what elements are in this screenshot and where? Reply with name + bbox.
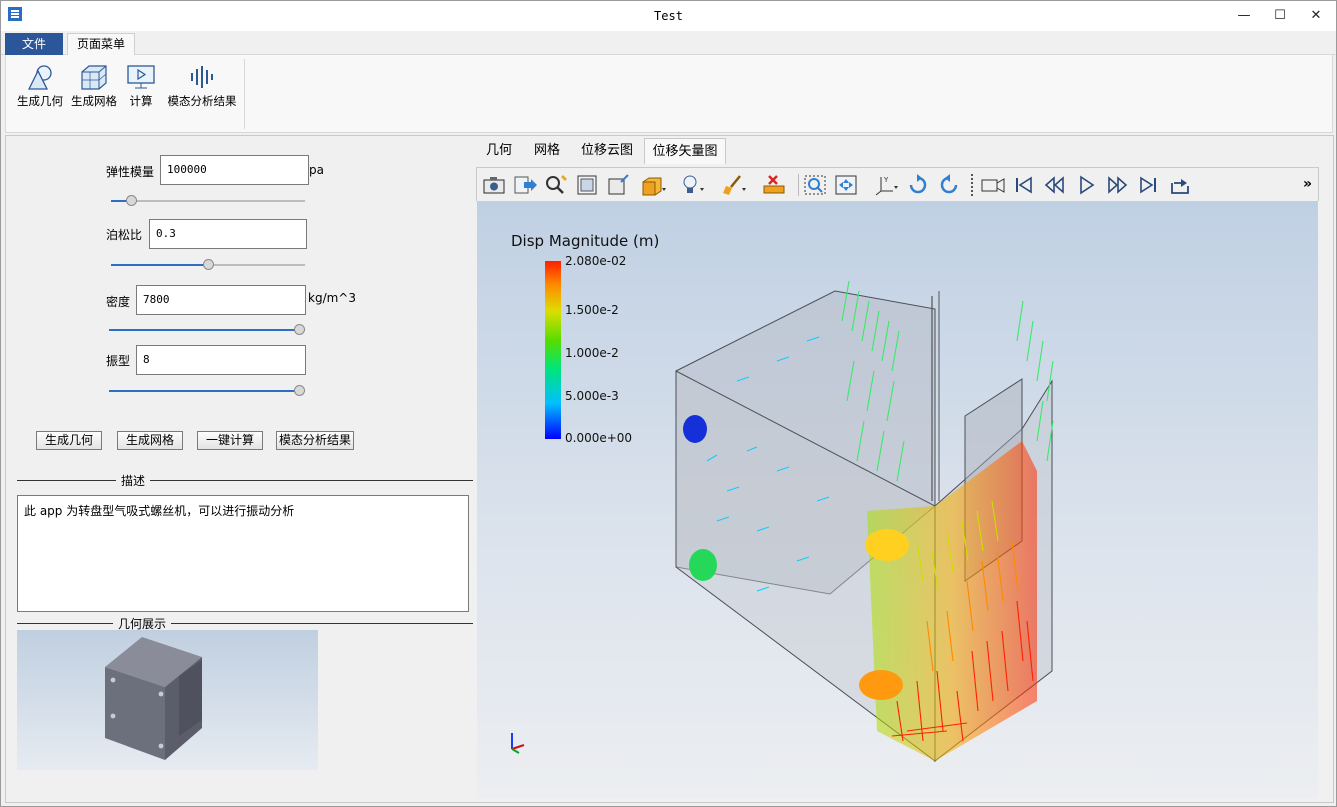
mode-slider[interactable] (109, 385, 305, 397)
video-camera-icon[interactable] (980, 173, 1006, 197)
title-bar: Test — ☐ ✕ (1, 1, 1336, 31)
previous-frame-icon[interactable] (1042, 173, 1068, 197)
axes-orientation-icon[interactable]: Y (873, 173, 899, 197)
close-button[interactable]: ✕ (1299, 1, 1333, 31)
representation-icon[interactable] (640, 173, 666, 197)
tab-displacement-vector[interactable]: 位移矢量图 (644, 138, 726, 164)
ribbon: 生成几何 生成网格 计算 模态分析结果 (5, 55, 1333, 133)
loop-icon[interactable] (1167, 173, 1193, 197)
app-window: Test — ☐ ✕ 文件 页面菜单 生成几何 生成网格 计算 模态分析结果 弹… (0, 0, 1337, 807)
poisson-ratio-slider[interactable] (111, 259, 305, 271)
pick-magnify-icon[interactable] (543, 173, 569, 197)
density-slider[interactable] (109, 324, 305, 336)
slider-handle[interactable] (203, 259, 214, 270)
slider-fill (111, 264, 208, 266)
reset-view-icon[interactable] (574, 173, 600, 197)
svg-text:Y: Y (883, 176, 889, 184)
rotate-clockwise-icon[interactable] (905, 173, 931, 197)
ribbon-compute-button[interactable]: 计算 (124, 59, 158, 109)
waveform-icon (191, 66, 213, 88)
minimize-button[interactable]: — (1227, 1, 1261, 31)
lighting-icon[interactable] (680, 173, 706, 197)
poisson-ratio-input[interactable]: 0.3 (149, 219, 307, 249)
slider-handle[interactable] (294, 324, 305, 335)
gen-geometry-button[interactable]: 生成几何 (36, 431, 102, 450)
ribbon-modal-results-label: 模态分析结果 (167, 94, 237, 108)
menu-bar: 文件 页面菜单 (1, 32, 1336, 56)
zoom-box-icon[interactable] (605, 173, 631, 197)
rotate-counterclockwise-icon[interactable] (936, 173, 962, 197)
slider-fill (109, 329, 299, 331)
slider-fill (109, 390, 299, 392)
next-frame-icon[interactable] (1104, 173, 1130, 197)
slider-handle[interactable] (294, 385, 305, 396)
toolbar-overflow-button[interactable]: » (1303, 176, 1312, 192)
page-menu-tab[interactable]: 页面菜单 (67, 33, 135, 56)
window-title: Test (654, 9, 683, 23)
tab-mesh[interactable]: 网格 (526, 138, 568, 164)
last-frame-icon[interactable] (1135, 173, 1161, 197)
description-title: 描述 (116, 472, 151, 489)
geometry-shapes-icon (27, 65, 52, 90)
maximize-button[interactable]: ☐ (1263, 1, 1297, 31)
poisson-ratio-label: 泊松比 (106, 228, 143, 242)
axes-triad (511, 733, 525, 754)
mesh-cube-icon (81, 65, 107, 90)
geometry-preview[interactable] (17, 630, 318, 770)
description-divider (17, 480, 473, 481)
tab-displacement-contour[interactable]: 位移云图 (574, 138, 640, 164)
fit-all-icon[interactable] (833, 173, 859, 197)
vector-field-model (511, 280, 1054, 763)
one-click-compute-button[interactable]: 一键计算 (197, 431, 263, 450)
ribbon-gen-geometry-label: 生成几何 (17, 94, 63, 108)
ribbon-gen-mesh-label: 生成网格 (71, 94, 117, 108)
ribbon-separator (244, 59, 245, 129)
file-tab[interactable]: 文件 (5, 33, 63, 55)
play-icon[interactable] (1073, 173, 1099, 197)
ruler-delete-icon[interactable] (762, 173, 788, 197)
elastic-modulus-unit: pa (309, 163, 324, 177)
main-area: 弹性模量 100000 pa 泊松比 0.3 密度 7800 kg/m^3 振型… (5, 135, 1334, 803)
elastic-modulus-slider[interactable] (111, 195, 305, 207)
camera-icon[interactable] (481, 173, 507, 197)
geometry-preview-model (105, 637, 202, 760)
density-unit: kg/m^3 (308, 291, 356, 305)
tab-geometry[interactable]: 几何 (478, 138, 520, 164)
mode-input[interactable]: 8 (136, 345, 306, 375)
gen-mesh-button[interactable]: 生成网格 (117, 431, 183, 450)
mode-label: 振型 (106, 354, 131, 368)
toolbar-separator (798, 174, 799, 196)
density-input[interactable]: 7800 (136, 285, 306, 315)
slider-handle[interactable] (126, 195, 137, 206)
description-textbox[interactable]: 此 app 为转盘型气吸式螺丝机，可以进行振动分析 (17, 495, 469, 612)
toolbar-separator (971, 174, 973, 196)
modal-results-button[interactable]: 模态分析结果 (276, 431, 354, 450)
zoom-to-box-icon[interactable] (802, 173, 828, 197)
elastic-modulus-label: 弹性模量 (106, 165, 155, 179)
brush-icon[interactable] (721, 173, 747, 197)
ribbon-modal-results-button[interactable]: 模态分析结果 (166, 59, 238, 109)
ribbon-gen-mesh-button[interactable]: 生成网格 (68, 59, 120, 109)
monitor-play-icon (127, 65, 155, 89)
view-toolbar: Y » (476, 167, 1319, 201)
render-viewport[interactable]: Disp Magnitude (m) 2.080e-02 1.500e-2 1.… (477, 201, 1318, 798)
geometry-display-divider (17, 623, 473, 624)
ribbon-compute-label: 计算 (129, 94, 153, 108)
export-arrow-icon[interactable] (512, 173, 538, 197)
first-frame-icon[interactable] (1011, 173, 1037, 197)
slider-track (111, 200, 305, 202)
ribbon-gen-geometry-button[interactable]: 生成几何 (14, 59, 66, 109)
density-label: 密度 (106, 295, 131, 309)
elastic-modulus-input[interactable]: 100000 (160, 155, 309, 185)
